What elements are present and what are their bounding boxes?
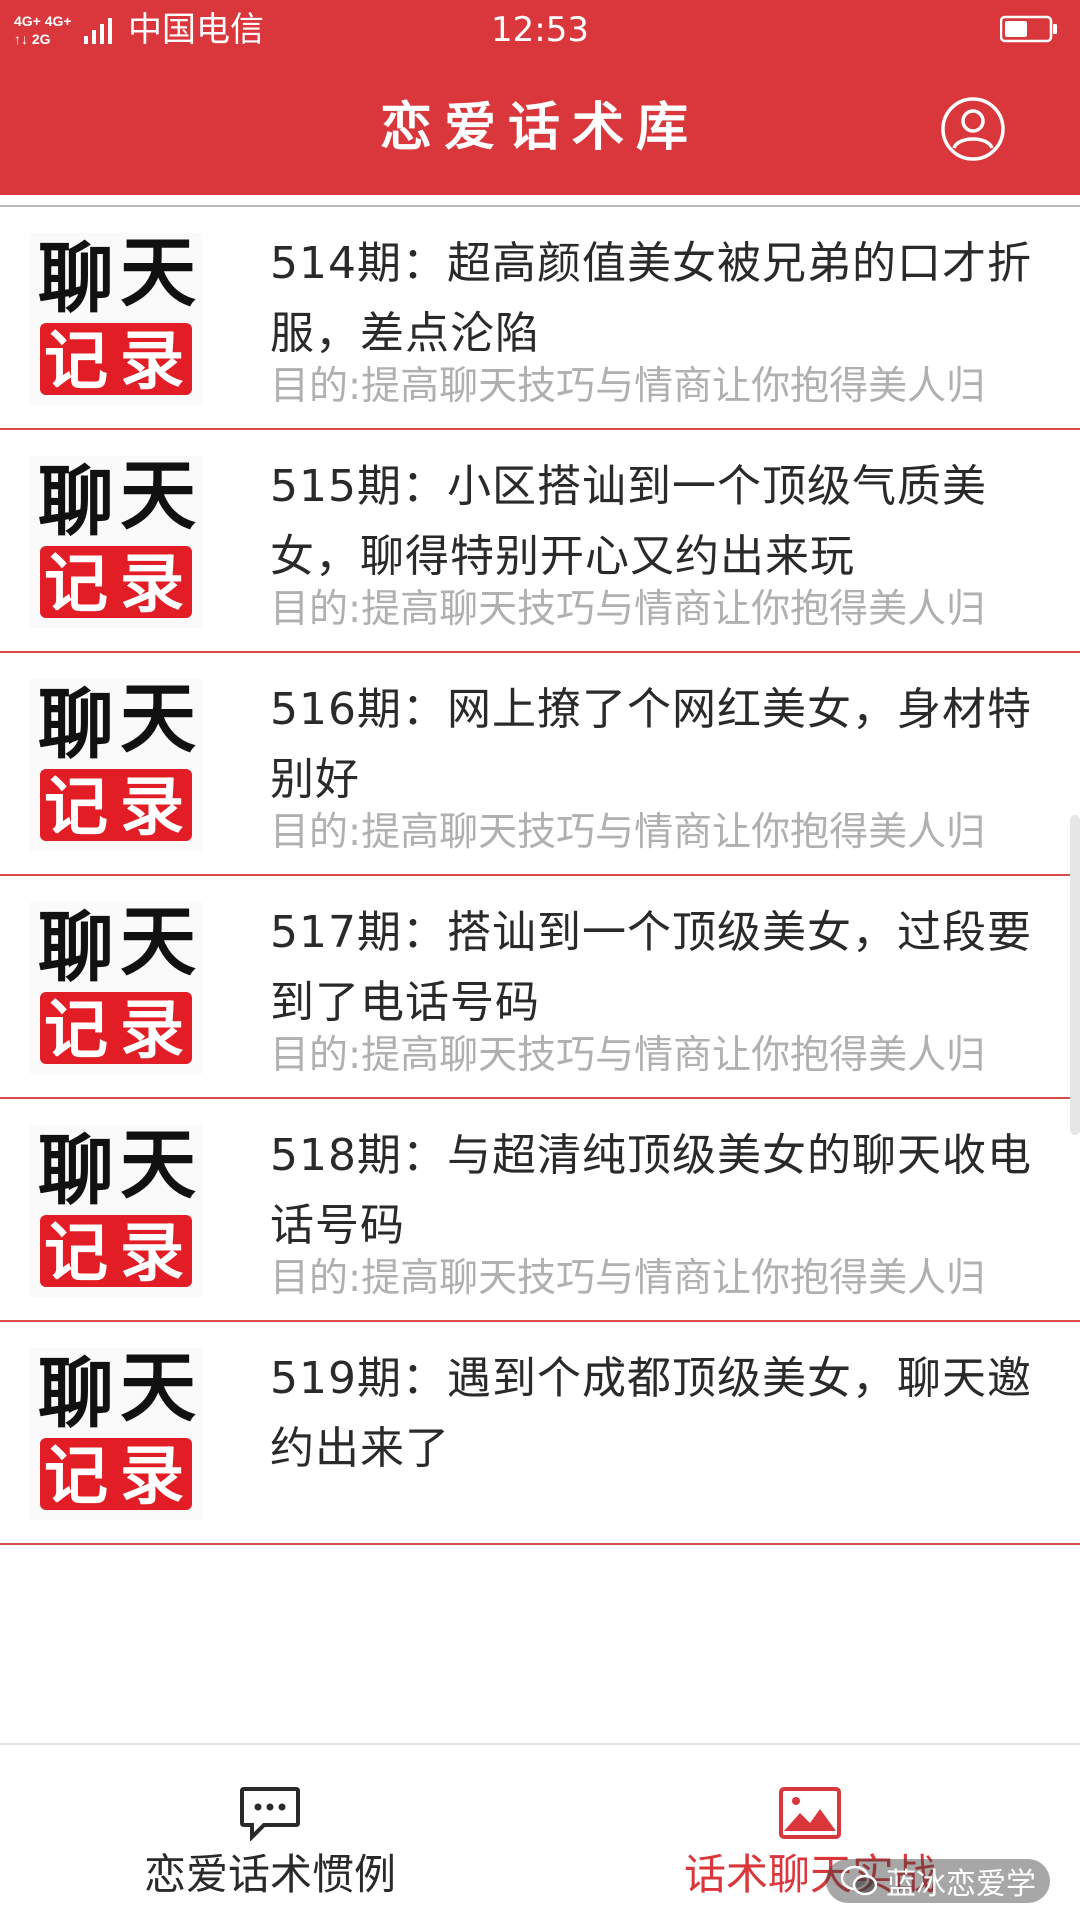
chat-record-thumbnail: 聊天记录 [30,451,202,628]
thumbnail-char: 聊 [38,1349,114,1438]
list-item[interactable]: 聊天记录 518期：与超清纯顶级美女的聊天收电话号码目的:提高聊天技巧与情商让你抱… [0,1099,1080,1322]
thumbnail-char: 天 [120,451,196,540]
chat-record-thumbnail: 聊天记录 [30,674,202,851]
thumbnail-red-box: 记录 [40,1215,192,1291]
bottom-nav: 恋爱话术惯例 话术聊天实战 蓝冰恋爱学 [0,1743,1080,1920]
article-title: 514期：超高颜值美女被兄弟的口才折服，差点沦陷 [270,238,1032,359]
thumbnail-char: 聊 [38,457,114,546]
list-item[interactable]: 聊天记录 517期：搭讪到一个顶级美女，过段要到了电话号码目的:提高聊天技巧与情商… [0,876,1080,1099]
thumbnail-char: 记 [44,1439,108,1514]
thumbnail-char: 聊 [38,1126,114,1215]
tab-label: 恋爱话术惯例 [143,1850,396,1899]
thumbnail-char: 天 [120,1120,196,1209]
list-item[interactable]: 聊天记录 514期：超高颜值美女被兄弟的口才折服，差点沦陷目的:提高聊天技巧与情商… [0,207,1080,430]
thumbnail-char: 录 [120,1439,184,1514]
article-description: 目的:提高聊天技巧与情商让你抱得美人归 [270,1033,986,1078]
thumbnail-char: 记 [44,993,108,1068]
battery-icon [1000,15,1057,43]
thumbnail-char: 录 [120,547,184,622]
thumbnail-char: 记 [44,770,108,845]
article-title: 516期：网上撩了个网红美女，身材特别好 [270,684,1032,805]
list-item[interactable]: 聊天记录 519期：遇到个成都顶级美女，聊天邀约出来了 [0,1322,1080,1545]
top-bar: 4G+ 4G+ ↑↓ 2G 中国电信 12:53 恋爱话术库 [0,0,1080,195]
thumbnail-char: 录 [120,993,184,1068]
chat-record-thumbnail: 聊天记录 [30,1343,202,1520]
image-icon [779,1787,841,1839]
chat-bubble-icon [240,1787,300,1841]
thumbnail-char: 录 [120,324,184,399]
article-title: 515期：小区搭讪到一个顶级气质美女，聊得特别开心又约出来玩 [270,461,987,582]
thumbnail-char: 记 [44,547,108,622]
article-description: 目的:提高聊天技巧与情商让你抱得美人归 [270,1256,986,1301]
list-item[interactable]: 聊天记录 516期：网上撩了个网红美女，身材特别好目的:提高聊天技巧与情商让你抱得… [0,653,1080,876]
app-bar: 恋爱话术库 [0,60,1080,195]
status-time: 12:53 [491,10,589,50]
watermark-text: 蓝冰恋爱学 [886,1867,1036,1902]
thumbnail-char: 聊 [38,234,114,323]
thumbnail-red-box: 记录 [40,546,192,622]
thumbnail-char: 聊 [38,680,114,769]
thumbnail-char: 天 [120,228,196,317]
watermark: 蓝冰恋爱学 [826,1859,1050,1903]
thumbnail-char: 天 [120,674,196,763]
article-title: 518期：与超清纯顶级美女的聊天收电话号码 [270,1130,1032,1251]
article-description: 目的:提高聊天技巧与情商让你抱得美人归 [270,364,986,409]
wechat-icon [840,1865,878,1896]
article-description: 目的:提高聊天技巧与情商让你抱得美人归 [270,810,986,855]
chat-record-thumbnail: 聊天记录 [30,897,202,1074]
chat-record-thumbnail: 聊天记录 [30,228,202,405]
thumbnail-char: 录 [120,1216,184,1291]
thumbnail-char: 记 [44,324,108,399]
scrollbar[interactable] [1070,815,1080,1135]
thumbnail-char: 聊 [38,903,114,992]
thumbnail-red-box: 记录 [40,1438,192,1514]
thumbnail-red-box: 记录 [40,323,192,399]
article-list: 聊天记录 514期：超高颜值美女被兄弟的口才折服，差点沦陷 目的:提高聊天技巧与情商… [0,195,1080,1743]
thumbnail-red-box: 记录 [40,992,192,1068]
user-profile-icon[interactable] [940,96,1006,162]
thumbnail-char: 天 [120,897,196,986]
thumbnail-char: 录 [120,770,184,845]
list-item[interactable]: 聊天记录 515期：小区搭讪到一个顶级气质美女，聊得特别开心又约出来玩目的:提高聊… [0,430,1080,653]
article-description: 目的:提高聊天技巧与情商让你抱得美人归 [270,587,986,632]
chat-record-thumbnail: 聊天记录 [30,1120,202,1297]
tab-tactics-routine[interactable]: 恋爱话术惯例 [0,1745,540,1920]
article-title: 519期：遇到个成都顶级美女，聊天邀约出来了 [270,1353,1032,1474]
status-bar: 4G+ 4G+ ↑↓ 2G 中国电信 12:53 [0,0,1080,60]
thumbnail-char: 记 [44,1216,108,1291]
thumbnail-char: 天 [120,1343,196,1432]
page-title: 恋爱话术库 [379,98,700,158]
article-title: 517期：搭讪到一个顶级美女，过段要到了电话号码 [270,907,1032,1028]
thumbnail-red-box: 记录 [40,769,192,845]
